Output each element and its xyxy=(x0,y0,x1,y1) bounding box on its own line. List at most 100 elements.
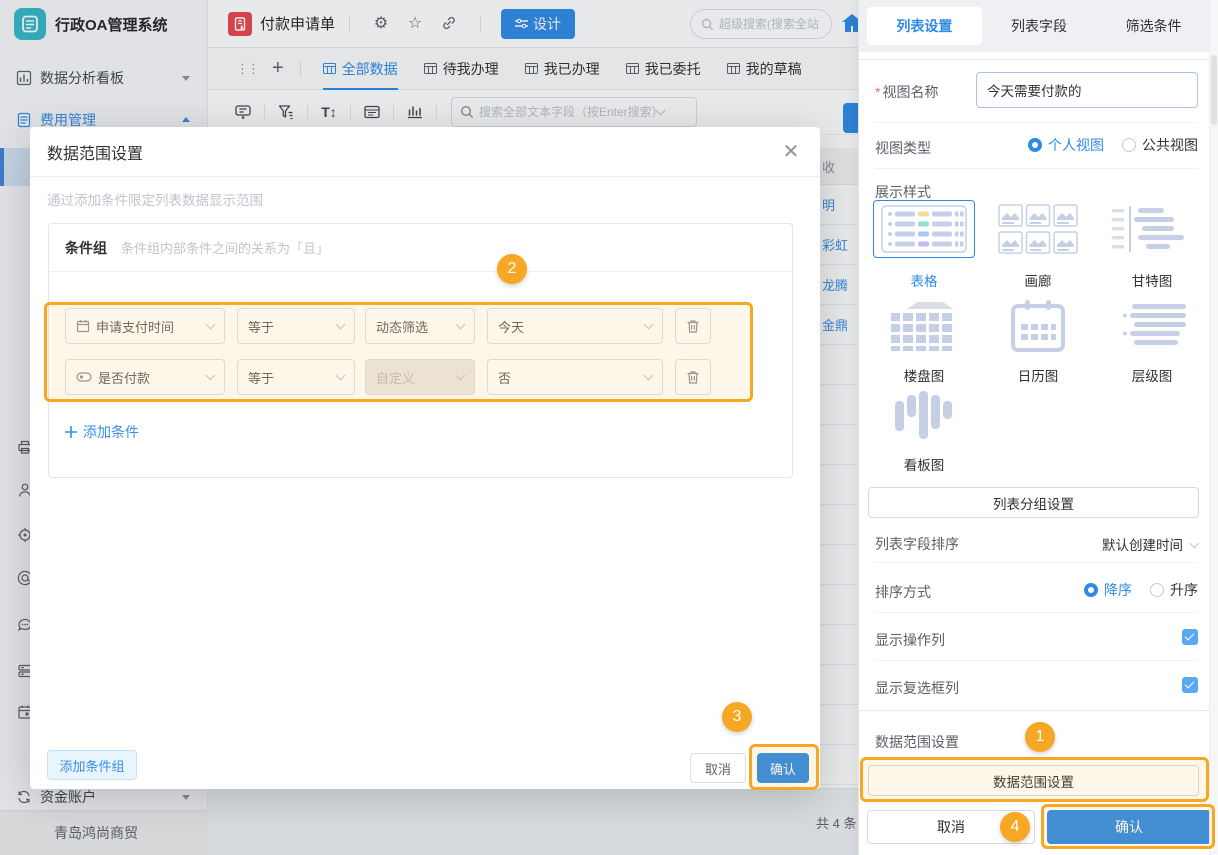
app-screen: 行政OA管理系统 数据分析看板 费用管理 xyxy=(0,0,1218,855)
condition-group: 条件组 条件组内部条件之间的关系为「且」 申请支付时间 等于 动态筛选 xyxy=(48,223,793,478)
confirm-label: 确认 xyxy=(1115,817,1143,837)
chevron-down-icon xyxy=(456,319,466,329)
modal-title: 数据范围设置 xyxy=(47,140,143,164)
tab-label: 筛选条件 xyxy=(1126,16,1182,36)
value-select-value: 今天 xyxy=(498,317,524,336)
tab-list-fields[interactable]: 列表字段 xyxy=(982,7,1097,45)
style-label: 楼盘图 xyxy=(867,365,981,385)
delete-condition-button[interactable] xyxy=(675,308,711,344)
operator-select[interactable]: 等于 xyxy=(237,308,355,344)
show-checkbox-column-label: 显示复选框列 xyxy=(875,678,959,698)
add-condition-button[interactable]: 添加条件 xyxy=(65,422,139,442)
style-label: 看板图 xyxy=(867,454,981,474)
condition-row: 申请支付时间 等于 动态筛选 今天 xyxy=(49,308,792,344)
operator-select-value: 等于 xyxy=(248,368,274,387)
operator-select-value: 等于 xyxy=(248,317,274,336)
divider xyxy=(859,59,1218,60)
view-type-radio-group: 个人视图 公共视图 xyxy=(1028,135,1198,155)
calendar-icon xyxy=(76,319,90,333)
confirm-label: 确认 xyxy=(770,759,796,778)
chevron-down-icon xyxy=(644,319,654,329)
sort-order-label: 排序方式 xyxy=(875,582,931,602)
modal-confirm-button[interactable]: 确认 xyxy=(757,753,809,783)
view-type-label: 视图类型 xyxy=(875,138,931,158)
operator-select[interactable]: 等于 xyxy=(237,359,355,395)
show-action-column-label: 显示操作列 xyxy=(875,630,945,650)
view-name-input[interactable] xyxy=(976,72,1198,108)
group-title: 条件组 xyxy=(65,238,107,258)
chevron-down-icon xyxy=(336,319,346,329)
style-label: 层级图 xyxy=(1095,365,1209,385)
field-select[interactable]: 是否付款 xyxy=(65,359,225,395)
radio-ascending[interactable] xyxy=(1150,583,1164,597)
style-option-building[interactable]: 楼盘图 xyxy=(867,298,981,385)
divider xyxy=(875,612,1199,613)
condition-row: 是否付款 等于 自定义 否 xyxy=(49,359,792,395)
value-select-value: 否 xyxy=(498,368,511,387)
show-action-column-checkbox[interactable] xyxy=(1182,629,1198,645)
tab-list-settings[interactable]: 列表设置 xyxy=(867,7,982,45)
field-sort-select[interactable]: 默认创建时间 xyxy=(1102,534,1198,554)
style-label: 甘特图 xyxy=(1095,270,1209,290)
style-option-kanban[interactable]: 看板图 xyxy=(867,390,981,474)
chevron-down-icon xyxy=(206,370,216,380)
sort-order-radio-group: 降序 升序 xyxy=(1084,580,1198,600)
style-option-gantt[interactable]: 甘特图 xyxy=(1095,200,1209,290)
radio-label[interactable]: 升序 xyxy=(1170,580,1198,600)
divider xyxy=(859,710,1218,711)
modal-header: 数据范围设置 ✕ xyxy=(30,127,820,177)
radio-label[interactable]: 公共视图 xyxy=(1142,135,1198,155)
building-style-icon xyxy=(873,298,975,353)
field-sort-value: 默认创建时间 xyxy=(1102,534,1183,554)
radio-label[interactable]: 降序 xyxy=(1104,580,1132,600)
divider xyxy=(875,122,1199,123)
button-label: 数据范围设置 xyxy=(993,771,1074,791)
plus-icon xyxy=(65,426,77,438)
field-select[interactable]: 申请支付时间 xyxy=(65,308,225,344)
add-condition-group-button[interactable]: 添加条件组 xyxy=(47,750,137,780)
panel-cancel-button[interactable]: 取消 xyxy=(867,810,1035,844)
value-select[interactable]: 今天 xyxy=(487,308,663,344)
radio-public-view[interactable] xyxy=(1122,138,1136,152)
field-select-value: 是否付款 xyxy=(98,368,150,387)
chevron-down-icon xyxy=(336,370,346,380)
style-option-hierarchy[interactable]: 层级图 xyxy=(1095,298,1209,385)
scrollbar[interactable] xyxy=(1209,0,1218,855)
radio-personal-view[interactable] xyxy=(1028,138,1042,152)
panel-confirm-button[interactable]: 确认 xyxy=(1047,810,1211,844)
radio-descending[interactable] xyxy=(1084,583,1098,597)
kanban-style-icon xyxy=(873,390,975,442)
chevron-down-icon xyxy=(644,370,654,380)
chevron-down-icon xyxy=(206,319,216,329)
scrollbar-thumb[interactable] xyxy=(1211,55,1217,125)
data-range-modal: 数据范围设置 ✕ 通过添加条件限定列表数据显示范围 条件组 条件组内部条件之间的… xyxy=(30,127,820,789)
chevron-down-icon xyxy=(1190,538,1200,548)
list-group-settings-button[interactable]: 列表分组设置 xyxy=(868,487,1199,518)
display-style-label: 展示样式 xyxy=(875,182,931,202)
field-select-value: 申请支付时间 xyxy=(96,317,174,336)
group-hint: 条件组内部条件之间的关系为「且」 xyxy=(121,238,329,257)
tab-filter-conditions[interactable]: 筛选条件 xyxy=(1096,7,1211,45)
panel-tab-bar: 列表设置 列表字段 筛选条件 xyxy=(859,0,1218,52)
style-option-table[interactable]: 表格 xyxy=(867,200,981,290)
mode-select[interactable]: 动态筛选 xyxy=(365,308,475,344)
view-settings-panel: 列表设置 列表字段 筛选条件 *视图名称 视图类型 个人视图 公共视图 展示样式 xyxy=(858,0,1218,855)
show-checkbox-column-checkbox[interactable] xyxy=(1182,677,1198,693)
radio-label[interactable]: 个人视图 xyxy=(1048,135,1104,155)
style-label: 画廊 xyxy=(981,270,1095,290)
trash-icon xyxy=(686,319,700,334)
mode-select-value: 自定义 xyxy=(376,368,415,387)
chevron-down-icon xyxy=(456,370,466,380)
value-select[interactable]: 否 xyxy=(487,359,663,395)
style-option-gallery[interactable]: 画廊 xyxy=(981,200,1095,290)
modal-cancel-button[interactable]: 取消 xyxy=(690,753,746,783)
data-range-settings-button[interactable]: 数据范围设置 xyxy=(868,765,1199,796)
gallery-style-icon xyxy=(987,200,1089,258)
style-option-calendar[interactable]: 日历图 xyxy=(981,298,1095,385)
condition-group-header: 条件组 条件组内部条件之间的关系为「且」 xyxy=(49,224,792,272)
calendar-style-icon xyxy=(987,298,1089,353)
mode-select: 自定义 xyxy=(365,359,475,395)
delete-condition-button[interactable] xyxy=(675,359,711,395)
tab-label: 列表字段 xyxy=(1011,16,1067,36)
close-icon[interactable]: ✕ xyxy=(780,141,802,163)
